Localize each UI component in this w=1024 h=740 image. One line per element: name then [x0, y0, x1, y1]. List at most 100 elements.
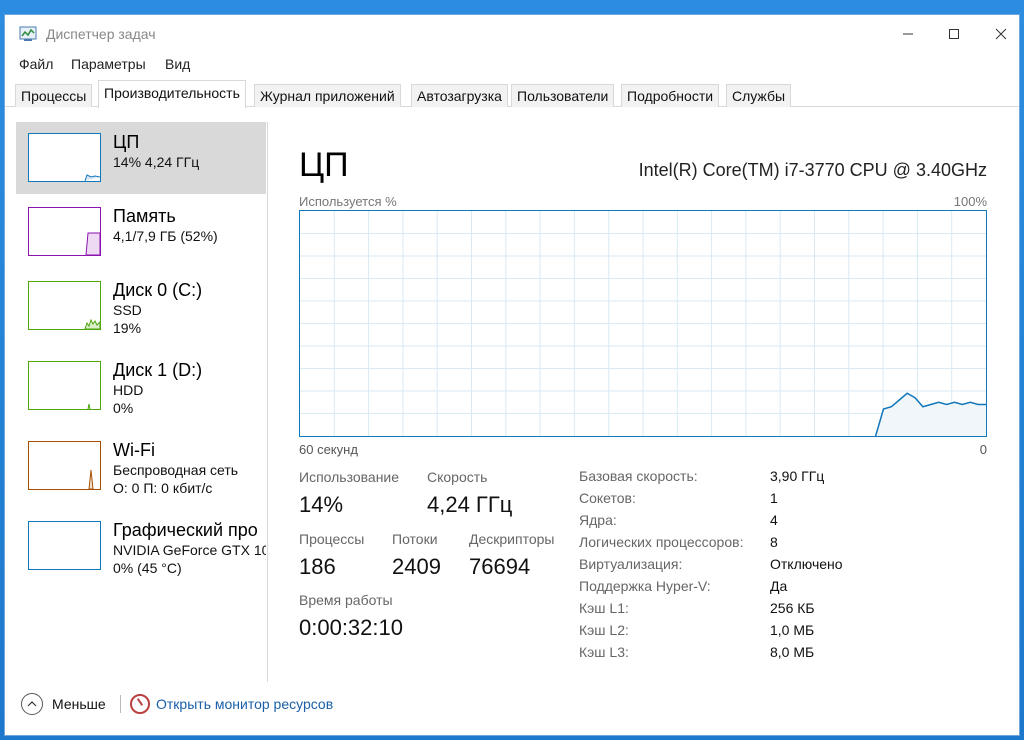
processes-label: Процессы — [299, 531, 365, 547]
footer-separator — [120, 695, 121, 713]
property-key: Кэш L2: — [579, 622, 629, 638]
handles-value: 76694 — [469, 554, 531, 579]
usage-value: 14% — [299, 492, 344, 517]
threads-label: Потоки — [392, 531, 438, 547]
sidebar-item-disk0[interactable]: Диск 0 (C:) SSD 19% — [16, 270, 266, 342]
memory-thumbnail — [28, 207, 101, 256]
minimize-button[interactable] — [885, 15, 931, 53]
speed-value: 4,24 ГГц — [427, 492, 513, 517]
cpu-thumbnail-graph — [84, 174, 100, 181]
sidebar-item-detail: HDD — [113, 382, 144, 398]
title-bar[interactable]: Диспетчер задач — [5, 15, 1019, 53]
property-value: 1 — [770, 490, 778, 506]
handles-label: Дескрипторы — [469, 531, 555, 547]
performance-panel: ЦП 14% 4,24 ГГц Память 4,1/7,9 ГБ (52%) — [5, 108, 1019, 688]
speed-label: Скорость — [427, 469, 488, 485]
sidebar-item-wifi[interactable]: Wi-Fi Беспроводная сеть О: 0 П: 0 кбит/с — [16, 430, 266, 502]
sidebar-item-memory[interactable]: Память 4,1/7,9 ГБ (52%) — [16, 196, 266, 268]
resource-monitor-label: Открыть монитор ресурсов — [156, 696, 334, 712]
resource-monitor-icon — [130, 694, 150, 714]
wifi-thumbnail — [28, 441, 101, 490]
graph-y-max-label: 100% — [953, 194, 987, 209]
sidebar-item-detail: 4,1/7,9 ГБ (52%) — [113, 228, 218, 244]
fewer-details-button[interactable]: Меньше — [21, 691, 106, 717]
property-row: Логических процессоров: 8 — [579, 534, 979, 556]
property-row: Кэш L1: 256 КБ — [579, 600, 979, 622]
menu-options[interactable]: Параметры — [71, 56, 146, 72]
property-key: Базовая скорость: — [579, 468, 698, 484]
tab-processes[interactable]: Процессы — [15, 84, 93, 107]
sidebar-item-title: Память — [113, 206, 176, 226]
tab-details[interactable]: Подробности — [621, 84, 720, 107]
close-icon — [995, 28, 1007, 40]
maximize-icon — [949, 29, 959, 39]
property-row: Сокетов: 1 — [579, 490, 979, 512]
cpu-usage-graph — [299, 210, 987, 437]
cpu-usage-graph-svg — [300, 211, 986, 436]
window-title: Диспетчер задач — [46, 26, 156, 42]
tab-users[interactable]: Пользователи — [511, 84, 615, 107]
property-value: 4 — [770, 512, 778, 528]
sidebar-item-detail: SSD — [113, 302, 142, 318]
close-button[interactable] — [978, 15, 1019, 53]
sidebar-item-detail: Беспроводная сеть — [113, 462, 239, 478]
property-row: Базовая скорость: 3,90 ГГц — [579, 468, 979, 490]
property-value: 8,0 МБ — [770, 644, 815, 660]
open-resource-monitor-link[interactable]: Открыть монитор ресурсов — [130, 691, 333, 717]
menu-bar: Файл Параметры Вид — [5, 53, 1019, 75]
property-key: Кэш L3: — [579, 644, 629, 660]
tab-services[interactable]: Службы — [726, 84, 792, 107]
graph-min-label: 0 — [979, 442, 987, 457]
property-value: 256 КБ — [770, 600, 815, 616]
chevron-up-icon — [21, 693, 43, 715]
tab-strip: Процессы Производительность Журнал прило… — [5, 79, 1019, 108]
sidebar-item-disk1[interactable]: Диск 1 (D:) HDD 0% — [16, 350, 266, 422]
tab-performance[interactable]: Производительность — [98, 80, 246, 108]
fewer-details-label: Меньше — [52, 696, 106, 712]
property-row: Поддержка Hyper-V: Да — [579, 578, 979, 600]
page-title: ЦП — [299, 146, 349, 184]
sidebar-item-title: Графический про — [113, 520, 258, 540]
sidebar-item-detail: 14% 4,24 ГГц — [113, 154, 200, 170]
property-row: Ядра: 4 — [579, 512, 979, 534]
threads-value: 2409 — [392, 554, 441, 579]
usage-label: Использование — [299, 469, 400, 485]
property-key: Логических процессоров: — [579, 534, 744, 550]
sidebar-item-title: Диск 0 (C:) — [113, 280, 203, 300]
tab-startup[interactable]: Автозагрузка — [411, 84, 508, 107]
disk1-thumbnail-graph — [87, 403, 91, 409]
processes-value: 186 — [299, 554, 336, 579]
maximize-button[interactable] — [931, 15, 977, 53]
wifi-thumbnail-graph — [88, 469, 94, 489]
property-value: 8 — [770, 534, 778, 550]
cpu-detail-panel: ЦП Intel(R) Core(TM) i7-3770 CPU @ 3.40G… — [299, 108, 999, 668]
minimize-icon — [903, 33, 913, 35]
property-value: 3,90 ГГц — [770, 468, 825, 484]
menu-view[interactable]: Вид — [165, 56, 190, 72]
sidebar-item-title: Диск 1 (D:) — [113, 360, 203, 380]
menu-file[interactable]: Файл — [19, 56, 53, 72]
property-key: Кэш L1: — [579, 600, 629, 616]
footer-bar: Меньше Открыть монитор ресурсов — [5, 689, 1019, 735]
property-key: Ядра: — [579, 512, 617, 528]
sidebar-item-gpu[interactable]: Графический про NVIDIA GeForce GTX 105 0… — [16, 510, 266, 582]
property-row: Виртуализация: Отключено — [579, 556, 979, 578]
property-key: Поддержка Hyper-V: — [579, 578, 711, 594]
tab-app-history[interactable]: Журнал приложений — [254, 84, 401, 107]
sidebar-item-detail: 0% — [113, 400, 134, 416]
uptime-value: 0:00:32:10 — [299, 615, 403, 640]
cpu-thumbnail — [28, 133, 101, 182]
property-key: Сокетов: — [579, 490, 636, 506]
task-manager-window: Диспетчер задач Файл Параметры Вид Проце… — [4, 14, 1020, 736]
uptime-label: Время работы — [299, 592, 393, 608]
memory-thumbnail-graph — [85, 232, 100, 255]
property-row: Кэш L3: 8,0 МБ — [579, 644, 979, 666]
graph-y-label: Используется % — [299, 194, 397, 209]
sidebar-item-cpu[interactable]: ЦП 14% 4,24 ГГц — [16, 122, 266, 194]
sidebar-item-title: ЦП — [113, 132, 140, 152]
property-value: Да — [770, 578, 788, 594]
disk1-thumbnail — [28, 361, 101, 410]
sidebar-item-title: Wi-Fi — [113, 440, 155, 460]
gpu-thumbnail — [28, 521, 101, 570]
property-value: Отключено — [770, 556, 843, 572]
